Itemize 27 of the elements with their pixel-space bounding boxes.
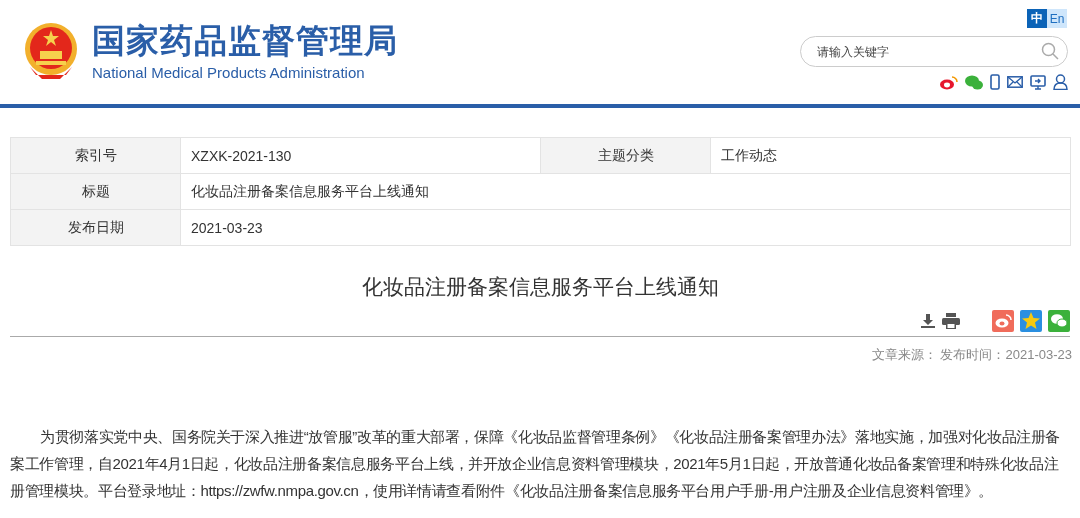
weibo-icon[interactable]: [940, 74, 958, 90]
wechat-icon[interactable]: [965, 74, 983, 90]
field-label: 索引号: [11, 138, 181, 174]
mail-icon[interactable]: [1007, 76, 1023, 88]
wechat-share-icon[interactable]: [1048, 310, 1070, 332]
field-value: 2021-03-23: [181, 210, 1071, 246]
language-tab[interactable]: 中: [1027, 9, 1047, 28]
field-label: 发布日期: [11, 210, 181, 246]
user-icon[interactable]: [1053, 74, 1068, 90]
site-title: 国家药品监督管理局: [92, 21, 398, 61]
monitor-icon[interactable]: [1030, 74, 1046, 90]
phone-icon[interactable]: [990, 74, 1000, 90]
field-label: 主题分类: [541, 138, 711, 174]
site-subtitle: National Medical Products Administration: [92, 63, 366, 83]
field-value: 化妆品注册备案信息服务平台上线通知: [181, 174, 1071, 210]
article-title: 化妆品注册备案信息服务平台上线通知: [360, 274, 720, 300]
article-meta: 文章来源： 发布时间：2021-03-23: [870, 346, 1072, 364]
download-icon[interactable]: [920, 313, 936, 329]
field-value: 工作动态: [711, 138, 1071, 174]
language-tab[interactable]: En: [1047, 9, 1067, 28]
field-value: XZXK-2021-130: [181, 138, 541, 174]
field-label: 标题: [11, 174, 181, 210]
print-icon[interactable]: [942, 313, 960, 329]
star-share-icon[interactable]: [1020, 310, 1042, 332]
article-body: 为贯彻落实党中央、国务院关于深入推进“放管服”改革的重大部署，保障《化妆品监督管理条例》《化妆品注册备案管理办法》落地实施，加强对化妆品注册备案工作管理，自2021年4月1日起，化妆品注册备案信息服务平台上线，并开放企业信息资料管理模块，2021年5月1日起，开放普通化妆品备案管理和特殊化妆品注册管理模块。平台登录地址：https://zwfw.nmpa.gov.cn，使用详情请查看附件《化妆品注册备案信息服务平台用户手册-用户注册及企业信息资料管理》。: [10, 427, 1062, 501]
search-field[interactable]: 请输入关键字: [800, 36, 1068, 67]
weibo-share-icon[interactable]: [992, 310, 1014, 332]
